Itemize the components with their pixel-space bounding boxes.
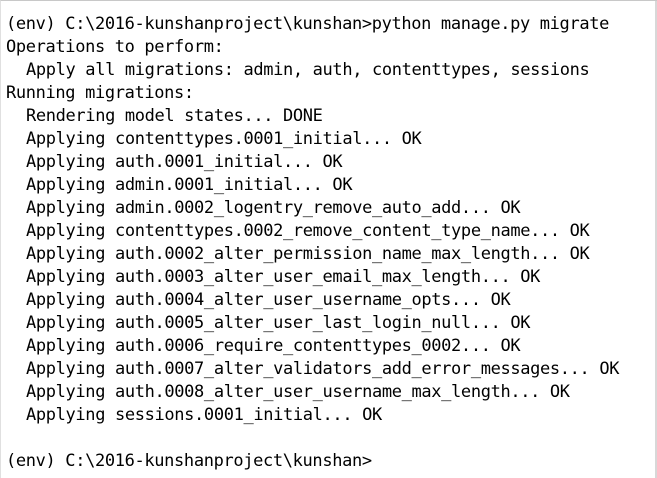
rendering-line: Rendering model states... DONE [26,106,323,126]
migration-line: Applying auth.0006_require_contenttypes_… [26,336,521,356]
migration-line: Applying sessions.0001_initial... OK [26,405,382,425]
migration-line: Applying auth.0002_alter_permission_name… [26,244,590,264]
terminal-output: (env) C:\2016-kunshanproject\kunshan>pyt… [6,13,653,473]
command-prompt-line: (env) C:\2016-kunshanproject\kunshan>pyt… [6,14,609,34]
migration-line: Applying auth.0004_alter_user_username_o… [26,290,511,310]
migration-line: Applying admin.0002_logentry_remove_auto… [26,198,521,218]
migration-line: Applying contenttypes.0002_remove_conten… [26,221,590,241]
terminal-window[interactable]: (env) C:\2016-kunshanproject\kunshan>pyt… [0,0,657,478]
migration-line: Applying auth.0007_alter_validators_add_… [26,359,620,379]
migration-line: Applying auth.0008_alter_user_username_m… [26,382,570,402]
migration-line: Applying auth.0001_initial... OK [26,152,343,172]
apply-all-line: Apply all migrations: admin, auth, conte… [26,60,590,80]
migration-line: Applying auth.0003_alter_user_email_max_… [26,267,541,287]
migration-line: Applying admin.0001_initial... OK [26,175,353,195]
operations-header: Operations to perform: [6,37,224,57]
migration-line: Applying auth.0005_alter_user_last_login… [26,313,531,333]
running-header: Running migrations: [6,83,194,103]
migration-line: Applying contenttypes.0001_initial... OK [26,129,422,149]
final-prompt-line[interactable]: (env) C:\2016-kunshanproject\kunshan> [6,450,653,473]
